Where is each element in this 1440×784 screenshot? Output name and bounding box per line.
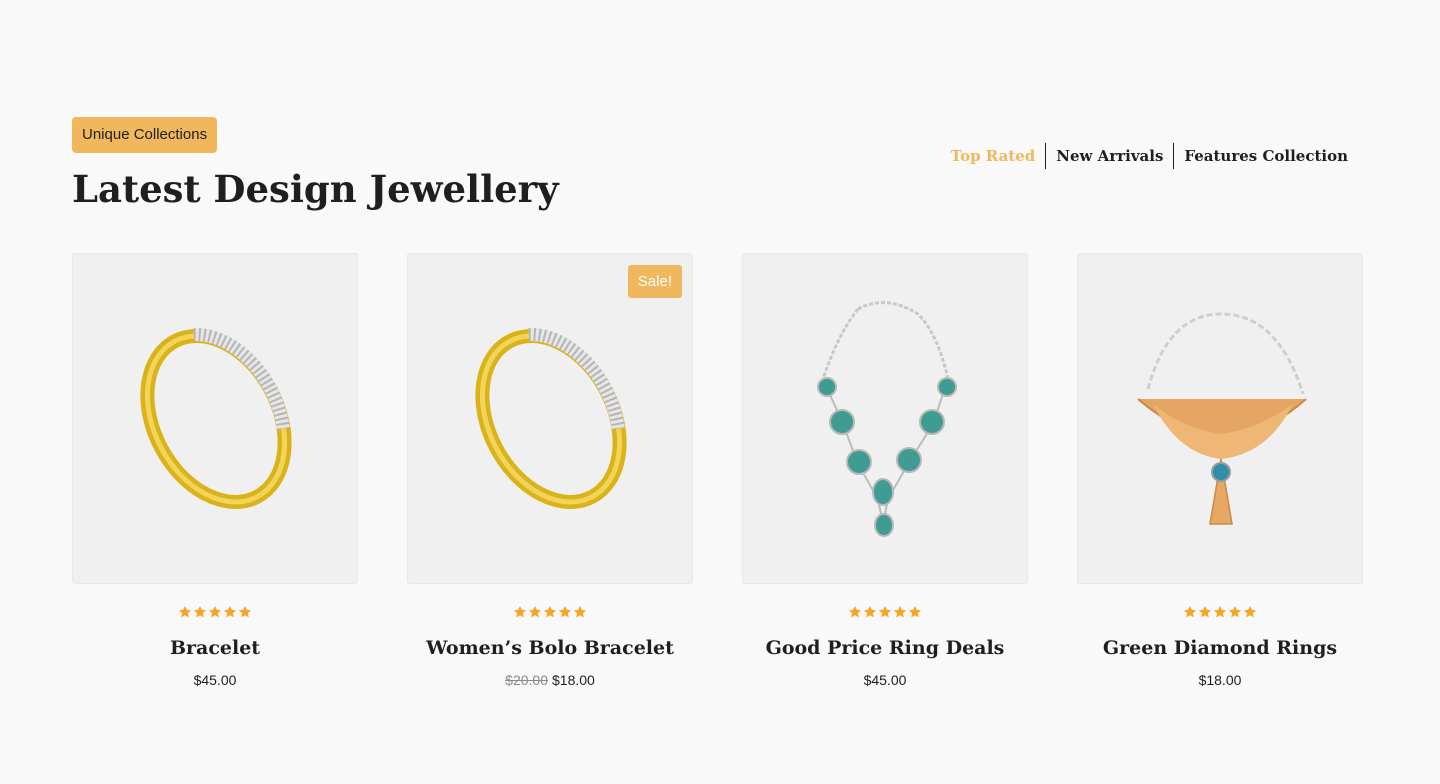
- gemstone-necklace-icon: [817, 301, 957, 537]
- tab-top-rated[interactable]: Top Rated: [941, 143, 1046, 169]
- product-card: Bracelet $45.00: [72, 253, 358, 703]
- star-rating: [72, 605, 358, 619]
- tab-features-collection[interactable]: Features Collection: [1173, 143, 1348, 169]
- star-icon: [1183, 605, 1197, 619]
- current-price: $18.00: [552, 672, 595, 688]
- gold-bangle-icon: [140, 328, 292, 509]
- product-price: $20.00 $18.00: [407, 670, 693, 690]
- gold-pendant-necklace-icon: [1137, 312, 1307, 525]
- current-price: $45.00: [863, 672, 907, 688]
- product-title-link[interactable]: Women’s Bolo Bracelet: [407, 634, 693, 662]
- star-icon: [208, 605, 222, 619]
- current-price: $18.00: [1198, 672, 1242, 688]
- star-icon: [193, 605, 207, 619]
- star-rating: [407, 605, 693, 619]
- star-icon: [908, 605, 922, 619]
- current-price: $45.00: [193, 672, 237, 688]
- star-icon: [848, 605, 862, 619]
- star-icon: [1243, 605, 1257, 619]
- sale-badge: Sale!: [627, 265, 682, 298]
- star-icon: [558, 605, 572, 619]
- product-image-link[interactable]: [742, 253, 1028, 584]
- star-icon: [223, 605, 237, 619]
- old-price: $20.00: [505, 672, 548, 688]
- star-icon: [878, 605, 892, 619]
- star-icon: [893, 605, 907, 619]
- product-image-link[interactable]: [72, 253, 358, 584]
- product-card: Good Price Ring Deals $45.00: [742, 253, 1028, 703]
- gold-bangle-icon: [475, 328, 627, 509]
- product-card: Green Diamond Rings $18.00: [1077, 253, 1363, 703]
- star-rating: [1077, 605, 1363, 619]
- star-icon: [543, 605, 557, 619]
- product-title-link[interactable]: Green Diamond Rings: [1077, 634, 1363, 662]
- star-icon: [513, 605, 527, 619]
- star-icon: [238, 605, 252, 619]
- product-grid: Bracelet $45.00 Sale! Women’s Bolo Brace…: [72, 253, 1368, 703]
- product-card: Sale! Women’s Bolo Bracelet $20.00 $18.00: [407, 253, 693, 703]
- section-title: Latest Design Jewellery: [72, 167, 559, 211]
- product-price: $45.00: [742, 670, 1028, 690]
- collection-badge: Unique Collections: [72, 117, 218, 153]
- product-price: $45.00: [72, 670, 358, 690]
- product-image-link[interactable]: [1077, 253, 1363, 584]
- star-icon: [863, 605, 877, 619]
- tab-new-arrivals[interactable]: New Arrivals: [1045, 143, 1173, 169]
- product-title-link[interactable]: Bracelet: [72, 634, 358, 662]
- star-icon: [573, 605, 587, 619]
- product-image-link[interactable]: Sale!: [407, 253, 693, 584]
- filter-tabs: Top Rated New Arrivals Features Collecti…: [941, 143, 1348, 169]
- star-icon: [1198, 605, 1212, 619]
- product-title-link[interactable]: Good Price Ring Deals: [742, 634, 1028, 662]
- star-rating: [742, 605, 1028, 619]
- product-price: $18.00: [1077, 670, 1363, 690]
- section-header: Unique Collections Latest Design Jewelle…: [72, 117, 1368, 227]
- star-icon: [1213, 605, 1227, 619]
- star-icon: [1228, 605, 1242, 619]
- star-icon: [178, 605, 192, 619]
- star-icon: [528, 605, 542, 619]
